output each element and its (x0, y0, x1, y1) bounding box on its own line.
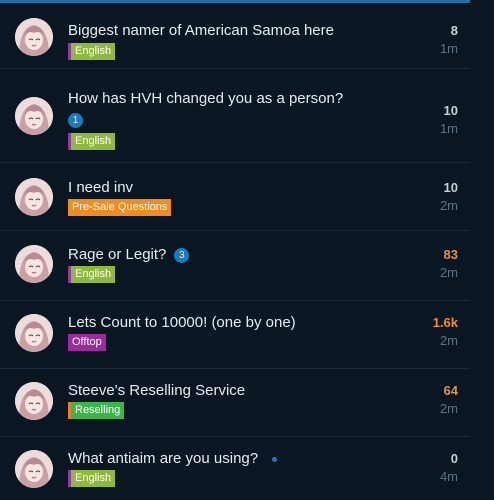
reply-count[interactable]: 10 (444, 103, 458, 118)
category-tag[interactable]: Reselling (68, 402, 125, 419)
avatar[interactable] (15, 314, 53, 352)
topic-title[interactable]: Rage or Legit? 3 (68, 246, 190, 264)
avatar[interactable] (15, 178, 53, 216)
unread-count-badge[interactable]: 3 (174, 247, 190, 263)
reply-count[interactable]: 0 (451, 451, 458, 466)
avatar[interactable] (15, 450, 53, 488)
reply-count[interactable]: 64 (444, 383, 458, 398)
category-tag[interactable]: English (68, 470, 116, 487)
table-row[interactable]: Biggest namer of American Samoa here Eng… (0, 3, 470, 69)
avatar[interactable] (15, 245, 53, 283)
category-tag[interactable]: Offtop (68, 334, 106, 351)
activity-age[interactable]: 1m (440, 41, 458, 56)
activity-age[interactable]: 4m (440, 469, 458, 484)
category-tag[interactable]: Pre-Sale Questions (68, 199, 172, 216)
anime-avatar-icon (15, 314, 53, 352)
anime-avatar-icon (15, 97, 53, 135)
table-row[interactable]: What antiaim are you using? English 0 4m (0, 437, 470, 500)
reply-count[interactable]: 8 (451, 23, 458, 38)
category-tag[interactable]: English (68, 133, 116, 150)
table-row[interactable]: How has HVH changed you as a person? 1 E… (0, 69, 470, 163)
unread-count-badge[interactable]: 1 (68, 113, 83, 128)
reply-count[interactable]: 10 (444, 180, 458, 195)
table-row[interactable]: I need inv Pre-Sale Questions 10 2m (0, 163, 470, 231)
activity-age[interactable]: 2m (440, 265, 458, 280)
topic-title[interactable]: Steeve's Reselling Service (68, 382, 245, 400)
topic-title[interactable]: What antiaim are you using? (68, 450, 278, 468)
avatar[interactable] (15, 97, 53, 135)
new-topic-dot (272, 456, 278, 462)
topic-title[interactable]: How has HVH changed you as a person? (68, 90, 343, 108)
category-tag[interactable]: English (68, 43, 116, 60)
topic-title-text[interactable]: What antiaim are you using? (68, 450, 258, 467)
topic-title[interactable]: Lets Count to 10000! (one by one) (68, 314, 296, 332)
table-row[interactable]: Rage or Legit? 3 English 83 2m (0, 231, 470, 301)
anime-avatar-icon (15, 382, 53, 420)
activity-age[interactable]: 1m (440, 121, 458, 136)
topic-list: Biggest namer of American Samoa here Eng… (0, 3, 470, 500)
activity-age[interactable]: 2m (440, 333, 458, 348)
topic-title[interactable]: I need inv (68, 179, 133, 197)
avatar[interactable] (15, 382, 53, 420)
anime-avatar-icon (15, 18, 53, 56)
category-tag[interactable]: English (68, 266, 116, 283)
topic-title[interactable]: Biggest namer of American Samoa here (68, 22, 334, 40)
anime-avatar-icon (15, 245, 53, 283)
reply-count[interactable]: 83 (444, 247, 458, 262)
table-row[interactable]: Lets Count to 10000! (one by one) Offtop… (0, 301, 470, 369)
avatar[interactable] (15, 18, 53, 56)
topic-title-text[interactable]: Rage or Legit? (68, 246, 166, 263)
anime-avatar-icon (15, 450, 53, 488)
activity-age[interactable]: 2m (440, 198, 458, 213)
anime-avatar-icon (15, 178, 53, 216)
reply-count[interactable]: 1.6k (433, 315, 458, 330)
activity-age[interactable]: 2m (440, 401, 458, 416)
table-row[interactable]: Steeve's Reselling Service Reselling 64 … (0, 369, 470, 437)
